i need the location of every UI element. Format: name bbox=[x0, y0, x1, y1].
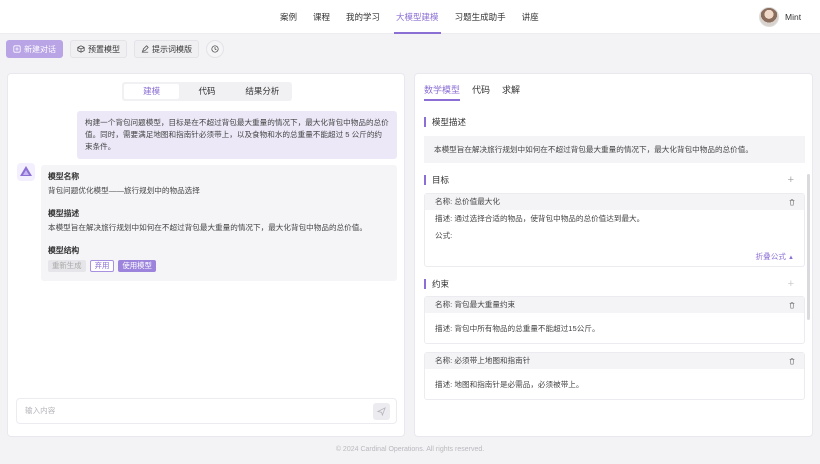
fold-formula-link[interactable]: 折叠公式 ▲ bbox=[756, 251, 794, 262]
clock-icon bbox=[211, 45, 219, 53]
assistant-logo-icon bbox=[17, 163, 35, 181]
username[interactable]: Mint bbox=[785, 12, 801, 22]
toolbar: 新建对话 预置模型 提示词模版 bbox=[6, 40, 224, 58]
tab-math-model[interactable]: 数学模型 bbox=[424, 83, 461, 101]
constraint-name-text: 名称: 背包最大重量约束 bbox=[435, 300, 516, 309]
discard-button[interactable]: 弃用 bbox=[89, 260, 115, 272]
send-button[interactable] bbox=[373, 403, 390, 420]
constraint-name-text: 名称: 必须带上地图和指南针 bbox=[435, 356, 531, 365]
objective-card: 名称: 总价值最大化 描述: 通过选择合适的物品，使背包中物品的总价值达到最大。… bbox=[424, 193, 805, 267]
constraints-section-title: 约束 bbox=[424, 279, 449, 289]
objective-name-text: 名称: 总价值最大化 bbox=[435, 197, 500, 206]
fold-formula-label: 折叠公式 bbox=[755, 252, 786, 261]
nav-item-cases[interactable]: 案例 bbox=[272, 0, 305, 34]
constraint-card: 名称: 必须带上地图和指南针 描述: 地图和指南针是必需品，必须被带上。 bbox=[424, 352, 805, 400]
regenerate-button[interactable]: 重新生成 bbox=[48, 260, 86, 272]
trash-icon[interactable] bbox=[788, 301, 796, 309]
tab-code[interactable]: 代码 bbox=[179, 84, 234, 99]
tab-modeling[interactable]: 建模 bbox=[124, 84, 180, 99]
objective-name: 名称: 总价值最大化 bbox=[425, 194, 804, 210]
model-name-heading: 模型名称 bbox=[48, 172, 80, 181]
nav-item-llm-modeling[interactable]: 大模型建模 bbox=[388, 0, 447, 34]
assistant-message: 模型名称 背包问题优化模型——旅行规划中的物品选择 模型描述 本模型旨在解决旅行… bbox=[41, 165, 397, 281]
preset-model-button[interactable]: 预置模型 bbox=[70, 40, 127, 58]
add-constraint-icon[interactable]: + bbox=[788, 279, 794, 290]
model-desc-heading: 模型描述 bbox=[48, 209, 80, 218]
tab-right-code[interactable]: 代码 bbox=[472, 83, 490, 101]
new-chat-label: 新建对话 bbox=[24, 44, 56, 54]
prompt-template-button[interactable]: 提示词模版 bbox=[134, 40, 199, 58]
send-icon bbox=[377, 407, 386, 416]
model-panel: 数学模型 代码 求解 模型描述 本模型旨在解决旅行规划中如何在不超过背包最大重量… bbox=[414, 73, 813, 437]
constraint-desc: 描述: 背包中所有物品的总重量不能超过15公斤。 bbox=[435, 324, 600, 333]
tab-result-analysis[interactable]: 结果分析 bbox=[235, 84, 290, 99]
cube-icon bbox=[77, 45, 85, 53]
model-desc-section-title: 模型描述 bbox=[424, 117, 466, 127]
trash-icon[interactable] bbox=[788, 357, 796, 365]
history-button[interactable] bbox=[206, 40, 224, 58]
model-desc-text: 本模型旨在解决旅行规划中如何在不超过背包最大重量的情况下，最大化背包中物品的总价… bbox=[48, 223, 367, 232]
chat-input[interactable] bbox=[25, 406, 355, 415]
user-message: 构建一个背包问题模型，目标是在不超过背包最大重量的情况下，最大化背包中物品的总价… bbox=[77, 111, 397, 159]
use-model-button[interactable]: 使用模型 bbox=[118, 260, 156, 272]
trash-icon[interactable] bbox=[788, 198, 796, 206]
prompt-template-label: 提示词模版 bbox=[152, 44, 192, 54]
new-chat-icon bbox=[13, 45, 21, 53]
avatar[interactable] bbox=[759, 7, 779, 27]
nav-item-my-learning[interactable]: 我的学习 bbox=[338, 0, 388, 34]
constraint-name: 名称: 背包最大重量约束 bbox=[425, 297, 804, 313]
nav-item-exercise-assistant[interactable]: 习题生成助手 bbox=[447, 0, 514, 34]
chat-panel: 建模 代码 结果分析 构建一个背包问题模型，目标是在不超过背包最大重量的情况下，… bbox=[7, 73, 405, 437]
caret-up-icon: ▲ bbox=[788, 255, 794, 261]
constraint-desc: 描述: 地图和指南针是必需品，必须被带上。 bbox=[435, 380, 584, 389]
constraint-name: 名称: 必须带上地图和指南针 bbox=[425, 353, 804, 369]
nav-item-courses[interactable]: 课程 bbox=[305, 0, 338, 34]
model-name-text: 背包问题优化模型——旅行规划中的物品选择 bbox=[48, 186, 200, 195]
preset-model-label: 预置模型 bbox=[88, 44, 120, 54]
new-chat-button[interactable]: 新建对话 bbox=[6, 40, 63, 58]
chat-input-box bbox=[16, 398, 397, 424]
pen-icon bbox=[141, 45, 149, 53]
left-tabs: 建模 代码 结果分析 bbox=[122, 82, 292, 101]
top-nav: 案例 课程 我的学习 大模型建模 习题生成助手 讲座 Mint bbox=[0, 0, 820, 34]
tab-solve[interactable]: 求解 bbox=[502, 83, 520, 101]
objective-section-title: 目标 bbox=[424, 175, 449, 185]
constraint-card: 名称: 背包最大重量约束 描述: 背包中所有物品的总重量不能超过15公斤。 bbox=[424, 296, 805, 344]
objective-formula: 公式: bbox=[435, 231, 453, 240]
scrollbar[interactable] bbox=[807, 174, 810, 320]
nav-item-lectures[interactable]: 讲座 bbox=[514, 0, 547, 34]
model-desc-box: 本模型旨在解决旅行规划中如何在不超过背包最大重量的情况下，最大化背包中物品的总价… bbox=[424, 136, 805, 163]
footer: © 2024 Cardinal Operations. All rights r… bbox=[335, 446, 485, 453]
add-objective-icon[interactable]: + bbox=[788, 175, 794, 186]
right-tabs: 数学模型 代码 求解 bbox=[424, 83, 520, 101]
objective-desc: 描述: 通过选择合适的物品，使背包中物品的总价值达到最大。 bbox=[435, 214, 645, 223]
model-structure-heading: 模型结构 bbox=[48, 246, 80, 255]
assistant-actions: 重新生成 弃用 使用模型 bbox=[48, 260, 390, 272]
nav-items: 案例 课程 我的学习 大模型建模 习题生成助手 讲座 bbox=[272, 0, 547, 34]
